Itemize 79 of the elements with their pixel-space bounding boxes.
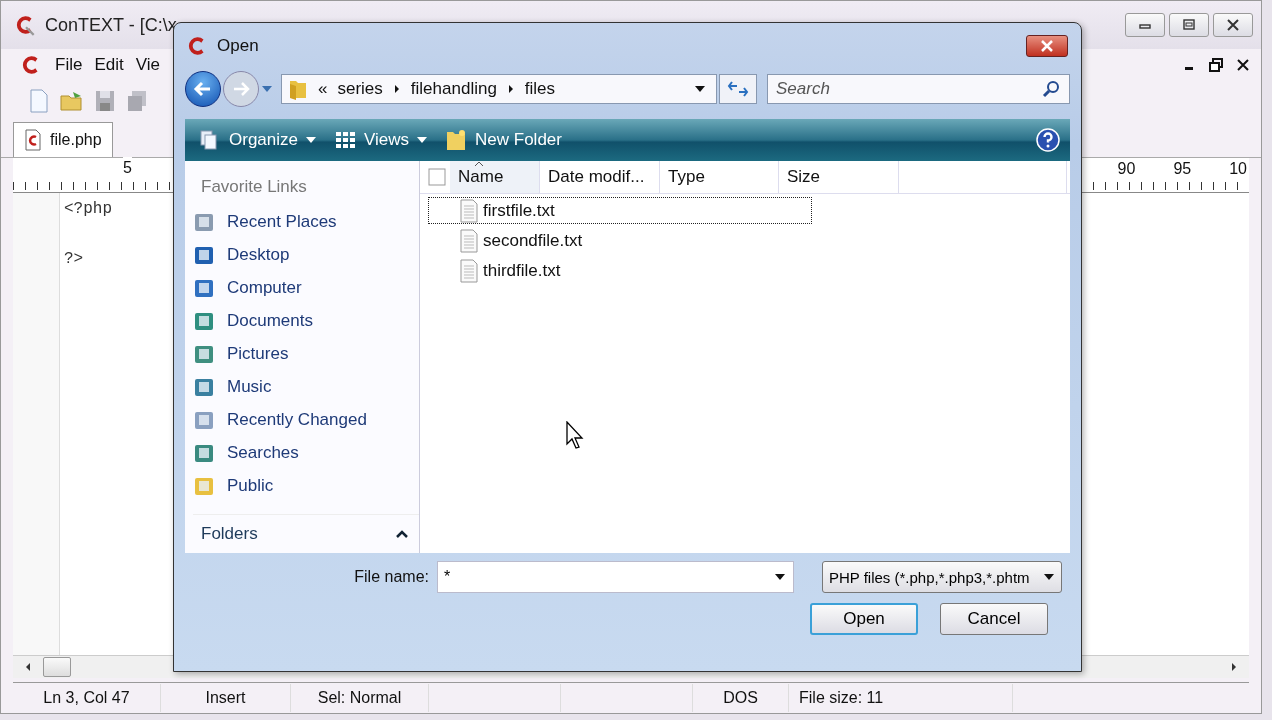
text-file-icon (459, 258, 479, 283)
column-header[interactable]: Name (450, 161, 540, 193)
file-name-field[interactable]: * (437, 561, 794, 593)
text-file-icon (459, 198, 479, 223)
dropdown-arrow-icon (1043, 573, 1055, 581)
maximize-button[interactable] (1169, 13, 1209, 37)
toolbar-button[interactable]: Organize (195, 123, 320, 157)
close-icon (1039, 40, 1055, 52)
close-button[interactable] (1213, 13, 1253, 37)
dropdown-arrow-icon[interactable] (694, 85, 706, 93)
favorite-link[interactable]: Public (193, 469, 419, 502)
select-all-checkbox[interactable] (428, 168, 446, 186)
status-text: DOS (693, 684, 789, 712)
favorite-link[interactable]: Documents (193, 304, 419, 337)
code-text: <?php ?> (64, 199, 112, 270)
toolbar-button[interactable]: New Folder (441, 123, 566, 157)
breadcrumb[interactable]: filehandling (410, 79, 497, 99)
favorite-link[interactable]: Computer (193, 271, 419, 304)
breadcrumb[interactable]: files (524, 79, 556, 99)
status-text: Ln 3, Col 47 (13, 684, 161, 712)
favorite-link[interactable]: Desktop (193, 238, 419, 271)
breadcrumb-overflow[interactable]: « (318, 79, 328, 99)
file-item[interactable]: thirdfile.txt (428, 257, 812, 284)
history-dropdown-icon[interactable] (261, 85, 273, 93)
grid-icon (334, 129, 356, 151)
search-icon[interactable] (1042, 80, 1060, 98)
column-header[interactable]: Date modif... (540, 161, 660, 193)
status-text: Insert (161, 684, 291, 712)
favorite-link[interactable]: Recent Places (193, 205, 419, 238)
file-tab[interactable]: file.php (13, 122, 113, 157)
chevron-icon (395, 529, 409, 539)
breadcrumb[interactable]: series (337, 79, 383, 99)
address-bar[interactable]: « series filehandling files (281, 74, 717, 104)
folders-toggle[interactable]: Folders (193, 514, 419, 553)
help-icon[interactable] (1036, 128, 1060, 152)
left-arrow-icon (193, 81, 213, 97)
field-label: File name: (353, 568, 429, 586)
close-icon[interactable] (1237, 59, 1249, 71)
text-file-icon (459, 228, 479, 253)
right-arrow-icon (231, 81, 251, 97)
menu-item[interactable]: Vie (135, 55, 160, 75)
minimize-button[interactable] (1125, 13, 1165, 37)
dropdown-arrow-icon[interactable] (773, 573, 786, 581)
favorite-link[interactable]: Music (193, 370, 419, 403)
status-text: File size: 11 (789, 684, 1013, 712)
php-file-icon (24, 129, 42, 151)
scrollbar-thumb[interactable] (43, 657, 71, 677)
toolbar-button[interactable]: Views (330, 123, 432, 157)
mouse-pointer-icon (566, 421, 586, 451)
caret-icon (306, 137, 316, 143)
file-item[interactable]: secondfile.txt (428, 227, 812, 254)
back-button[interactable] (185, 71, 221, 107)
refresh-icon (727, 80, 749, 98)
favorite-link[interactable]: Recently Changed (193, 403, 419, 436)
ruler-number: 5 (123, 157, 132, 176)
caret-icon (417, 137, 428, 143)
close-button[interactable] (1026, 35, 1068, 57)
restore-icon[interactable] (1209, 58, 1223, 72)
cancel-button[interactable]: Cancel (940, 603, 1048, 635)
save-icon[interactable] (93, 88, 117, 114)
menu-item[interactable]: Edit (94, 55, 124, 75)
search-field[interactable]: Search (767, 74, 1070, 104)
column-header[interactable]: Type (660, 161, 779, 193)
column-header[interactable]: Size (779, 161, 899, 193)
dialog-title: Open (217, 36, 259, 56)
breadcrumb-arrow-icon[interactable] (392, 83, 401, 95)
file-item[interactable]: firstfile.txt (428, 197, 812, 224)
menu-item[interactable]: File (55, 55, 83, 75)
scroll-right-icon[interactable] (1229, 661, 1239, 673)
open-button[interactable]: Open (810, 603, 918, 635)
file-type-dropdown[interactable]: PHP files (*.php,*.php3,*.phtm (821, 561, 1062, 593)
favorite-link[interactable]: Searches (193, 436, 419, 469)
section-heading: Favorite Links (200, 176, 308, 198)
status-text: Sel: Normal (291, 684, 429, 712)
app-logo-icon (15, 14, 37, 36)
refresh-button[interactable] (719, 74, 757, 104)
favorite-link[interactable]: Pictures (193, 337, 419, 370)
breadcrumb-arrow-icon[interactable] (506, 83, 515, 95)
window-title: ConTEXT - [C:\x (45, 14, 177, 36)
